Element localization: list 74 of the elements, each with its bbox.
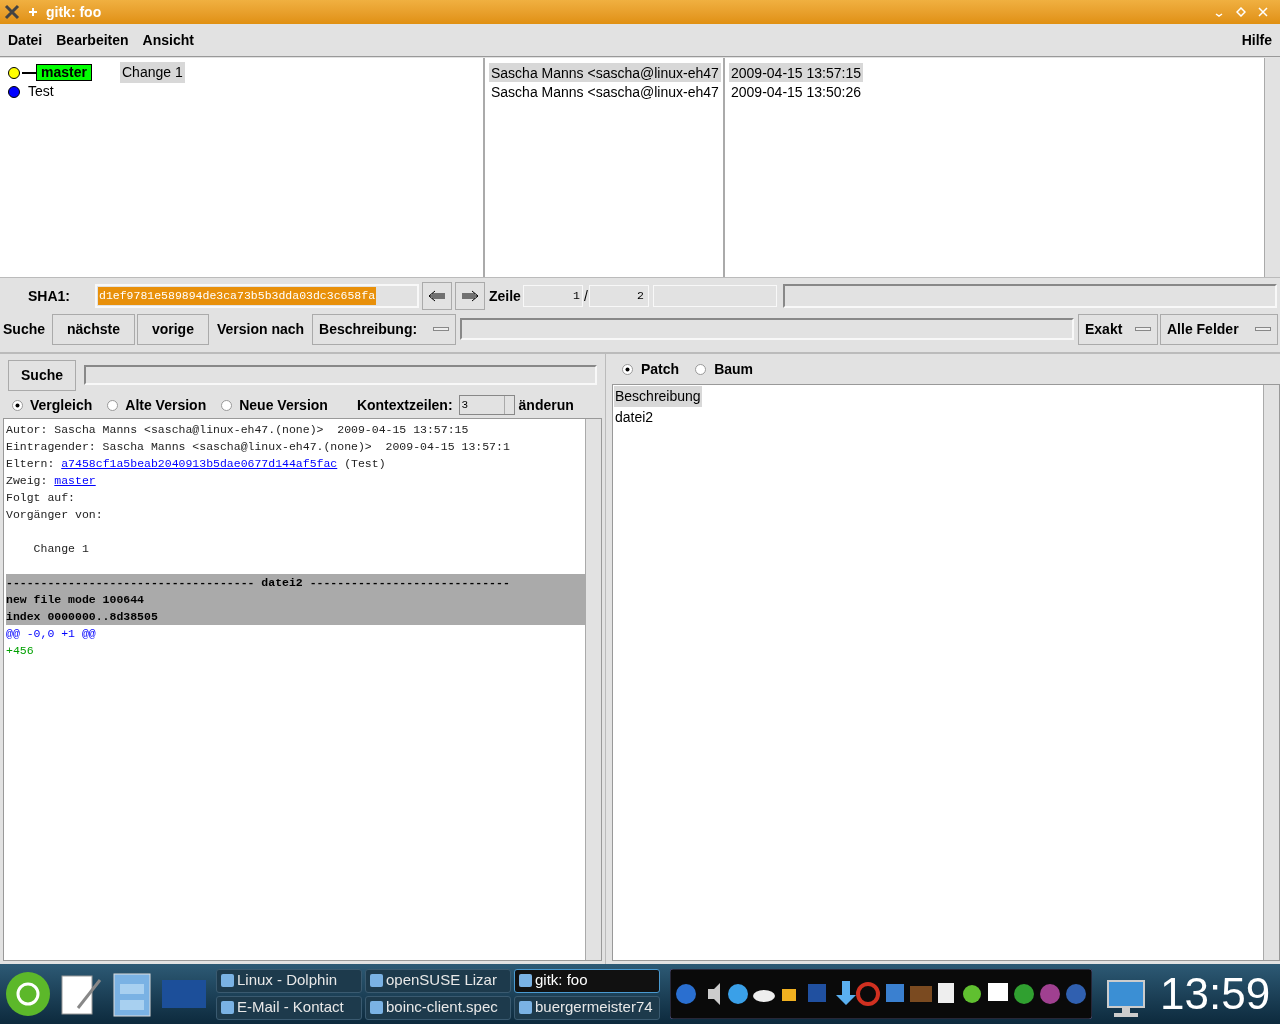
commit-link[interactable]: master xyxy=(54,472,96,489)
context-label: Kontextzeilen: xyxy=(356,395,453,415)
radio-button[interactable] xyxy=(107,399,119,411)
taskbar-button[interactable]: buergermeister74 xyxy=(514,995,660,1020)
total-field: 2 xyxy=(588,285,649,307)
fields-dropdown[interactable]: Alle Felder xyxy=(1160,313,1278,345)
commit-date[interactable]: 2009-04-15 13:57:15 xyxy=(729,63,863,82)
search-field[interactable] xyxy=(460,318,1074,340)
radio-button[interactable] xyxy=(695,363,707,375)
taskbar-button[interactable]: E-Mail - Kontact xyxy=(216,995,362,1020)
radio-label[interactable]: Neue Version xyxy=(239,394,328,416)
mode-dropdown[interactable]: Exakt xyxy=(1078,313,1158,345)
version-label: Version nach xyxy=(215,319,306,339)
commit-author[interactable]: Sascha Manns <sascha@linux-eh47 xyxy=(489,82,721,101)
diff-search-field[interactable] xyxy=(84,365,597,385)
line-label: Zeile xyxy=(489,286,521,306)
type-dropdown[interactable]: Beschreibung: xyxy=(312,313,457,345)
line-field[interactable]: 1 xyxy=(522,285,583,307)
radio-label[interactable]: Patch xyxy=(641,358,680,380)
scrollbar[interactable] xyxy=(1263,385,1279,960)
gecko-logo-icon[interactable] xyxy=(4,970,52,1018)
cut-off-label: änderun xyxy=(518,395,574,415)
taskbar-button[interactable]: Linux - Dolphin xyxy=(216,968,362,993)
commit-date[interactable]: 2009-04-15 13:50:26 xyxy=(729,82,863,101)
detail-line: Change 1 xyxy=(32,541,90,557)
sha-label: SHA1: xyxy=(27,286,71,306)
radio-button[interactable] xyxy=(12,399,23,411)
back-button[interactable] xyxy=(422,282,452,310)
menu-item[interactable]: Datei xyxy=(8,29,43,51)
window-title: gitk: foo xyxy=(46,2,102,22)
detail-line: Vorgänger von: xyxy=(6,507,104,523)
x-logo-icon xyxy=(4,4,20,20)
radio-label[interactable]: Vergleich xyxy=(30,394,93,416)
taskbar-button[interactable]: boinc-client.spec xyxy=(365,995,511,1020)
taskbar-button[interactable]: gitk: foo xyxy=(514,968,660,993)
commit-headline[interactable]: Change 1 xyxy=(120,62,185,83)
find-label: Suche xyxy=(2,319,46,339)
search-button[interactable]: Suche xyxy=(8,359,76,391)
find-button[interactable]: vorige xyxy=(136,313,209,345)
plus-icon[interactable] xyxy=(28,7,38,17)
radio-button[interactable] xyxy=(622,363,633,375)
radio-label[interactable]: Baum xyxy=(714,358,754,380)
detail-label: Eltern: xyxy=(6,456,56,472)
detail-line: Folgt auf: xyxy=(6,490,76,506)
detail-line: Autor: Sascha Manns <sascha@linux-eh47.(none)> 2009-04-15 13:57:15 xyxy=(6,422,470,438)
context-spinbox[interactable]: 3 xyxy=(458,395,515,415)
file-list-item[interactable]: datei2 xyxy=(614,407,655,428)
detail-line: Eintragender: Sascha Manns <sascha@linux-eh47.(none)> 2009-04-15 13:57:1 xyxy=(6,439,511,455)
scrollbar[interactable] xyxy=(585,419,601,960)
separator-text: / xyxy=(583,286,588,306)
menu-item[interactable]: Bearbeiten xyxy=(56,29,129,51)
added-line: +456 xyxy=(6,643,35,659)
menu-item[interactable]: Ansicht xyxy=(142,29,194,51)
system-tray-drawing[interactable] xyxy=(670,969,1092,1019)
radio-button[interactable] xyxy=(221,399,233,411)
taskbar-button[interactable]: openSUSE Lizar xyxy=(365,968,511,993)
file-list-item[interactable]: Beschreibung xyxy=(614,386,702,407)
menu-item[interactable]: Hilfe xyxy=(1241,29,1272,51)
commit-headline[interactable]: Test xyxy=(28,81,54,102)
clock: 13:59 xyxy=(1160,972,1271,1016)
commit-author[interactable]: Sascha Manns <sascha@linux-eh47 xyxy=(489,63,721,82)
find-button[interactable]: nächste xyxy=(52,313,135,345)
radio-label[interactable]: Alte Version xyxy=(125,394,207,416)
scrollbar[interactable] xyxy=(1264,58,1280,277)
detail-label: Zweig: xyxy=(6,473,49,489)
hunk-header-line: @@ -0,0 +1 @@ xyxy=(6,626,97,642)
right-arrow-icon xyxy=(461,290,479,302)
close-icon[interactable] xyxy=(1258,7,1268,17)
commit-link[interactable]: a7458cf1a5beab2040913b5dae0677d144af5fac xyxy=(61,455,338,472)
left-arrow-icon xyxy=(428,290,446,302)
maximize-icon[interactable] xyxy=(1236,7,1246,17)
detail-label: (Test) xyxy=(343,456,386,472)
forward-button[interactable] xyxy=(455,282,485,310)
branch-tag: master xyxy=(36,64,92,81)
